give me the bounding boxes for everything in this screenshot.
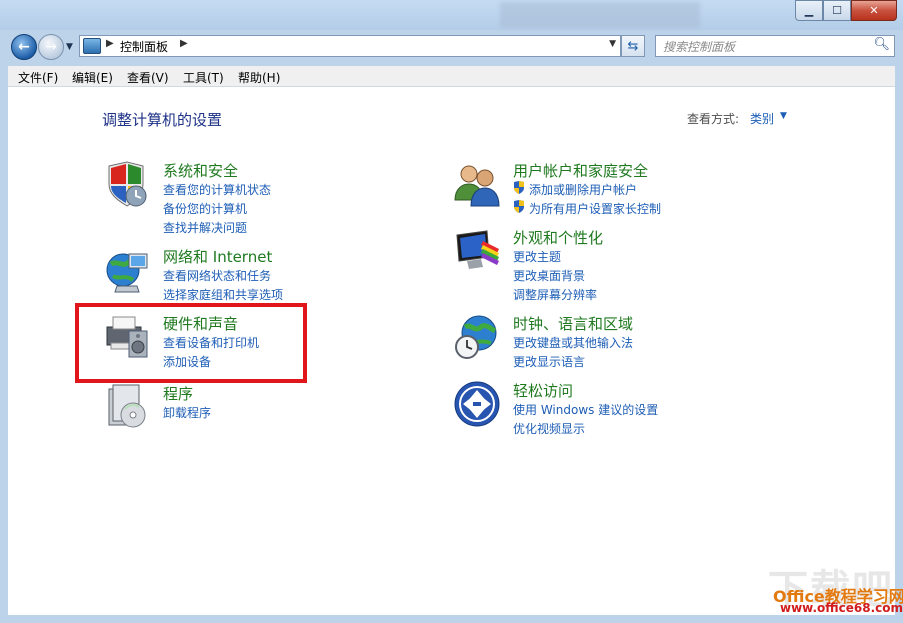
view-by-label: 查看方式: [687, 112, 740, 126]
menu-tools[interactable]: 工具(T) [183, 69, 224, 86]
page-title: 调整计算机的设置 [102, 111, 223, 129]
menu-bar: 文件(F) 编辑(E) 查看(V) 工具(T) 帮助(H) [8, 66, 895, 87]
breadcrumb-chevron-icon[interactable]: ▶ [180, 38, 188, 49]
link-add-remove-users[interactable]: 添加或删除用户帐户 [529, 181, 637, 198]
category-title[interactable]: 外观和个性化 [513, 227, 603, 248]
view-by-dropdown[interactable]: 类别 [750, 110, 774, 127]
minimize-icon: ▁ [804, 4, 814, 17]
menu-file[interactable]: 文件(F) [18, 69, 58, 86]
chevron-down-icon[interactable]: ▼ [780, 111, 787, 121]
red-highlight-box [75, 303, 307, 383]
back-button[interactable]: ← [11, 34, 37, 60]
control-panel-window: ▁ ☐ ✕ ← → ▼ ▶ 控制面板 ▶ ▼ ⇆ 搜索控制面板 🔍︎ 文件(F)… [0, 0, 903, 623]
link-change-theme[interactable]: 更改主题 [513, 248, 561, 265]
search-input[interactable]: 搜索控制面板 🔍︎ [655, 35, 895, 57]
link-display-language[interactable]: 更改显示语言 [513, 353, 585, 370]
recent-pages-dropdown-icon[interactable]: ▼ [66, 42, 73, 52]
link-desktop-background[interactable]: 更改桌面背景 [513, 267, 585, 284]
link-check-computer-status[interactable]: 查看您的计算机状态 [163, 181, 271, 198]
programs-disc-icon[interactable] [103, 383, 151, 431]
blurred-title-area [500, 2, 700, 28]
network-globe-icon[interactable] [103, 246, 151, 294]
content-area: 调整计算机的设置 查看方式: 类别 ▼ 系统和安全 查看您的计算机状态 备份您的… [8, 87, 903, 615]
address-bar[interactable]: ▶ 控制面板 ▶ ▼ [79, 35, 621, 57]
clock-globe-icon[interactable] [453, 313, 501, 361]
refresh-button[interactable]: ⇆ [621, 35, 645, 57]
category-title[interactable]: 用户帐户和家庭安全 [513, 160, 648, 181]
back-arrow-icon: ← [18, 39, 30, 55]
control-panel-icon [83, 38, 101, 54]
watermark-url-text: www.office68.com [780, 601, 903, 615]
minimize-button[interactable]: ▁ [795, 0, 823, 21]
menu-view[interactable]: 查看(V) [127, 69, 169, 86]
users-icon[interactable] [453, 160, 501, 208]
navigation-row: ← → ▼ ▶ 控制面板 ▶ ▼ ⇆ 搜索控制面板 🔍︎ [0, 30, 903, 62]
search-icon[interactable]: 🔍︎ [873, 37, 890, 52]
link-network-status[interactable]: 查看网络状态和任务 [163, 267, 271, 284]
link-uninstall-program[interactable]: 卸载程序 [163, 404, 211, 421]
breadcrumb-chevron-icon[interactable]: ▶ [106, 38, 114, 49]
category-title[interactable]: 时钟、语言和区域 [513, 313, 633, 334]
link-troubleshoot[interactable]: 查找并解决问题 [163, 219, 247, 236]
category-title[interactable]: 网络和 Internet [163, 246, 272, 267]
category-title[interactable]: 程序 [163, 383, 193, 404]
uac-shield-icon [514, 181, 524, 194]
security-shield-icon[interactable] [103, 160, 151, 208]
forward-arrow-icon: → [45, 39, 57, 55]
link-keyboard-input[interactable]: 更改键盘或其他输入法 [513, 334, 633, 351]
window-controls: ▁ ☐ ✕ [795, 0, 897, 21]
menu-help[interactable]: 帮助(H) [238, 69, 280, 86]
menu-edit[interactable]: 编辑(E) [72, 69, 113, 86]
close-icon: ✕ [869, 4, 879, 17]
refresh-icon: ⇆ [627, 38, 639, 54]
title-bar[interactable]: ▁ ☐ ✕ [0, 0, 903, 30]
link-homegroup-sharing[interactable]: 选择家庭组和共享选项 [163, 286, 283, 303]
forward-button[interactable]: → [38, 34, 64, 60]
close-button[interactable]: ✕ [851, 0, 897, 21]
breadcrumb-control-panel[interactable]: 控制面板 [120, 38, 168, 55]
link-backup-computer[interactable]: 备份您的计算机 [163, 200, 247, 217]
uac-shield-icon [514, 200, 524, 213]
maximize-icon: ☐ [832, 4, 842, 17]
link-optimize-video[interactable]: 优化视频显示 [513, 420, 585, 437]
link-windows-recommended[interactable]: 使用 Windows 建议的设置 [513, 401, 658, 418]
link-parental-controls[interactable]: 为所有用户设置家长控制 [529, 200, 661, 217]
appearance-monitor-icon[interactable] [453, 227, 501, 275]
category-title[interactable]: 轻松访问 [513, 380, 573, 401]
maximize-button[interactable]: ☐ [823, 0, 851, 21]
category-title[interactable]: 系统和安全 [163, 160, 238, 181]
address-dropdown-icon[interactable]: ▼ [609, 39, 616, 49]
search-placeholder: 搜索控制面板 [663, 40, 736, 54]
ease-of-access-icon[interactable] [453, 380, 501, 428]
link-screen-resolution[interactable]: 调整屏幕分辨率 [513, 286, 597, 303]
